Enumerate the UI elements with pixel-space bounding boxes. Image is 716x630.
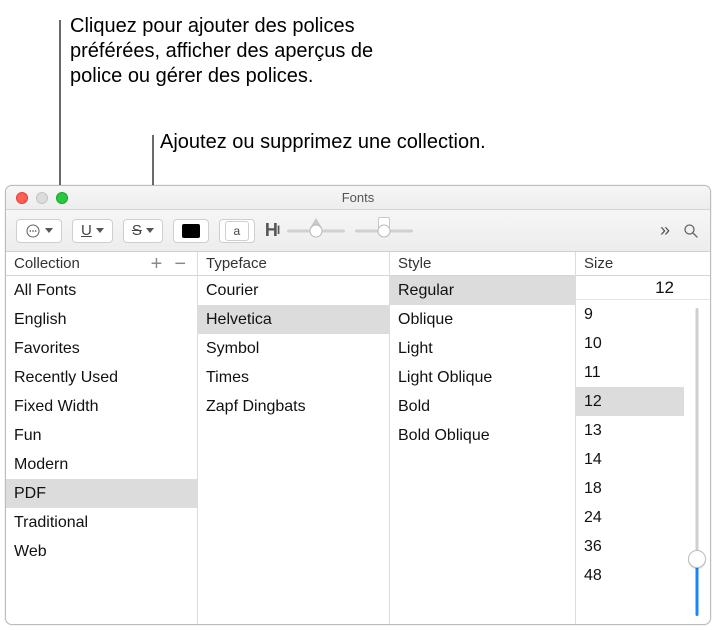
underline-menu-button[interactable]: U [72, 219, 113, 243]
list-item[interactable]: Fun [6, 421, 197, 450]
list-item[interactable]: Web [6, 537, 197, 566]
style-list[interactable]: RegularObliqueLightLight ObliqueBoldBold… [390, 276, 575, 624]
list-item[interactable]: 11 [576, 358, 684, 387]
more-circle-icon [25, 223, 41, 239]
annotation-second: Ajoutez ou supprimez une collection. [160, 130, 580, 155]
typeface-column: Typeface CourierHelveticaSymbolTimesZapf… [198, 252, 390, 624]
text-shadow-opacity-slider[interactable] [287, 221, 345, 241]
list-item[interactable]: English [6, 305, 197, 334]
size-list[interactable]: 9101112131418243648 [576, 300, 684, 624]
list-item[interactable]: Modern [6, 450, 197, 479]
list-item[interactable]: 14 [576, 445, 684, 474]
style-header-label: Style [398, 255, 431, 272]
size-header: Size [576, 252, 710, 276]
list-item[interactable]: 36 [576, 532, 684, 561]
list-item[interactable]: All Fonts [6, 276, 197, 305]
sample-glyph-icon: a [225, 221, 249, 241]
list-item[interactable]: Light [390, 334, 575, 363]
size-header-label: Size [584, 255, 613, 272]
more-menu-button[interactable] [16, 219, 62, 243]
list-item[interactable]: 24 [576, 503, 684, 532]
list-item[interactable]: Light Oblique [390, 363, 575, 392]
underline-icon: U [81, 222, 92, 239]
document-color-button[interactable]: a [219, 219, 255, 243]
chevron-down-icon [146, 228, 154, 233]
slider-knob-icon [688, 550, 706, 568]
collection-list[interactable]: All FontsEnglishFavoritesRecently UsedFi… [6, 276, 197, 624]
list-item[interactable]: Oblique [390, 305, 575, 334]
slider-knob-icon [378, 224, 391, 237]
collection-header: Collection + − [6, 252, 197, 276]
collection-header-label: Collection [14, 255, 80, 272]
list-item[interactable]: 9 [576, 300, 684, 329]
list-item[interactable]: 18 [576, 474, 684, 503]
size-column: Size 12 9101112131418243648 [576, 252, 710, 624]
list-item[interactable]: 10 [576, 329, 684, 358]
slider-knob-icon [310, 224, 323, 237]
remove-collection-button[interactable]: − [171, 254, 189, 274]
list-item[interactable]: Helvetica [198, 305, 389, 334]
fonts-toolbar: U S a HI » [6, 210, 710, 252]
typeface-header: Typeface [198, 252, 389, 276]
list-item[interactable]: Recently Used [6, 363, 197, 392]
list-item[interactable]: Bold [390, 392, 575, 421]
text-color-button[interactable] [173, 219, 209, 243]
fonts-window: Fonts U S a HI [5, 185, 711, 625]
collection-column: Collection + − All FontsEnglishFavorites… [6, 252, 198, 624]
list-item[interactable]: Times [198, 363, 389, 392]
text-shadow-blur-slider[interactable] [355, 221, 413, 241]
list-item[interactable]: Fixed Width [6, 392, 197, 421]
strikethrough-menu-button[interactable]: S [123, 219, 163, 243]
window-titlebar: Fonts [6, 186, 710, 210]
chevron-down-icon [45, 228, 53, 233]
style-header: Style [390, 252, 575, 276]
columns: Collection + − All FontsEnglishFavorites… [6, 252, 710, 624]
annotation-top: Cliquez pour ajouter des polices préféré… [70, 14, 400, 89]
search-button[interactable] [682, 222, 700, 240]
size-slider[interactable] [684, 300, 710, 624]
list-item[interactable]: Bold Oblique [390, 421, 575, 450]
list-item[interactable]: Courier [198, 276, 389, 305]
typeface-header-label: Typeface [206, 255, 267, 272]
list-item[interactable]: Favorites [6, 334, 197, 363]
list-item[interactable]: Symbol [198, 334, 389, 363]
size-input[interactable]: 12 [576, 276, 710, 300]
list-item[interactable]: Regular [390, 276, 575, 305]
add-collection-button[interactable]: + [148, 254, 166, 274]
chevron-down-icon [96, 228, 104, 233]
list-item[interactable]: Traditional [6, 508, 197, 537]
list-item[interactable]: 13 [576, 416, 684, 445]
list-item[interactable]: PDF [6, 479, 197, 508]
list-item[interactable]: Zapf Dingbats [198, 392, 389, 421]
paragraph-spacing-button[interactable]: HI [265, 220, 277, 241]
color-swatch-icon [182, 224, 200, 238]
overflow-button[interactable]: » [660, 220, 670, 241]
strikethrough-icon: S [132, 222, 142, 239]
typeface-list[interactable]: CourierHelveticaSymbolTimesZapf Dingbats [198, 276, 389, 624]
style-column: Style RegularObliqueLightLight ObliqueBo… [390, 252, 576, 624]
list-item[interactable]: 12 [576, 387, 684, 416]
list-item[interactable]: 48 [576, 561, 684, 590]
window-title: Fonts [6, 190, 710, 205]
search-icon [682, 222, 700, 240]
